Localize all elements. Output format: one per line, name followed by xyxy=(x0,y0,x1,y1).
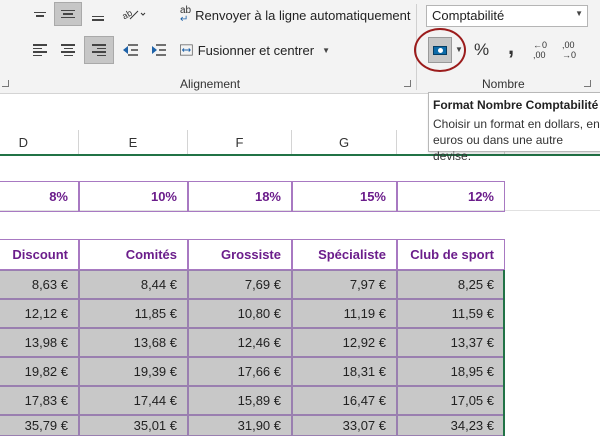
table-header-club-de-sport[interactable]: Club de sport xyxy=(397,239,505,270)
merge-dropdown-icon[interactable]: ▼ xyxy=(322,46,330,55)
align-bottom-button[interactable] xyxy=(86,4,110,24)
accounting-dropdown-icon[interactable]: ▼ xyxy=(455,45,463,54)
svg-text:ab: ab xyxy=(120,8,134,22)
table-cell[interactable]: 10,80 € xyxy=(188,299,292,328)
align-center-icon xyxy=(61,44,75,56)
table-cell[interactable]: 34,23 € xyxy=(397,415,505,436)
percent-style-button[interactable]: % xyxy=(474,40,489,60)
percent-cell[interactable]: 18% xyxy=(188,181,292,212)
text-orientation-icon: ab xyxy=(120,8,146,22)
currency-icon xyxy=(433,45,447,55)
increase-indent-button[interactable] xyxy=(146,38,170,62)
number-group-label: Nombre xyxy=(482,77,525,91)
wrap-text-icon: ab ↵ xyxy=(180,5,192,25)
selection-border xyxy=(503,270,505,436)
increase-decimal-icon: ←0 ,00 xyxy=(533,40,550,60)
wrap-text-label: Renvoyer à la ligne automatiquement xyxy=(195,7,411,23)
table-cell[interactable]: 13,37 € xyxy=(397,328,505,357)
table-cell[interactable]: 17,44 € xyxy=(79,386,188,415)
table-cell[interactable]: 8,63 € xyxy=(0,270,79,299)
percent-cell[interactable]: 15% xyxy=(292,181,397,212)
alignment-launcher-icon[interactable] xyxy=(404,80,411,87)
wrap-text-button[interactable]: ab ↵ Renvoyer à la ligne automatiquement xyxy=(180,2,410,28)
table-header-comites[interactable]: Comités xyxy=(79,239,188,270)
chevron-down-icon: ▼ xyxy=(575,9,583,18)
tooltip-title: Format Nombre Comptabilité xyxy=(433,98,599,112)
merge-center-icon xyxy=(180,44,193,56)
table-header-discount[interactable]: Discount xyxy=(0,239,79,270)
merge-center-label: Fusionner et centrer xyxy=(197,42,315,58)
align-right-button[interactable] xyxy=(84,36,114,64)
table-cell[interactable]: 18,31 € xyxy=(292,357,397,386)
table-cell[interactable]: 17,66 € xyxy=(188,357,292,386)
decrease-decimal-icon: ,00 →0 xyxy=(562,40,578,60)
ribbon: ab ab ↵ Renvoyer à la ligne automatiqueme… xyxy=(0,0,600,94)
column-header-d[interactable]: D xyxy=(0,130,79,154)
align-middle-icon xyxy=(61,9,75,19)
table-cell[interactable]: 12,12 € xyxy=(0,299,79,328)
table-cell[interactable]: 8,44 € xyxy=(79,270,188,299)
table-cell[interactable]: 31,90 € xyxy=(188,415,292,436)
column-header-e[interactable]: E xyxy=(79,130,188,154)
table-cell[interactable]: 15,89 € xyxy=(188,386,292,415)
table-cell[interactable]: 35,01 € xyxy=(79,415,188,436)
table-cell[interactable]: 13,98 € xyxy=(0,328,79,357)
table-cell[interactable]: 16,47 € xyxy=(292,386,397,415)
align-center-button[interactable] xyxy=(56,38,80,62)
align-top-button[interactable] xyxy=(28,4,52,24)
increase-indent-icon xyxy=(152,44,166,56)
percent-cell[interactable]: 10% xyxy=(79,181,188,212)
table-cell[interactable]: 8,25 € xyxy=(397,270,505,299)
align-left-icon xyxy=(33,44,47,56)
increase-decimal-button[interactable]: ←0 ,00 xyxy=(533,40,553,64)
table-cell[interactable]: 11,19 € xyxy=(292,299,397,328)
comma-style-button[interactable]: , xyxy=(508,34,514,60)
table-cell[interactable]: 17,05 € xyxy=(397,386,505,415)
table-cell[interactable]: 35,79 € xyxy=(0,415,79,436)
align-left-button[interactable] xyxy=(28,38,52,62)
table-cell[interactable]: 11,85 € xyxy=(79,299,188,328)
decrease-indent-icon xyxy=(123,44,138,56)
table-cell[interactable]: 12,46 € xyxy=(188,328,292,357)
percent-cell[interactable]: 12% xyxy=(397,181,505,212)
align-bottom-icon xyxy=(91,15,105,21)
align-right-icon xyxy=(92,44,106,56)
accounting-tooltip: Format Nombre Comptabilité Choisir un fo… xyxy=(428,92,600,163)
alignment-group-label: Alignement xyxy=(180,77,241,91)
table-header-specialiste[interactable]: Spécialiste xyxy=(292,239,397,270)
column-header-g[interactable]: G xyxy=(292,130,397,154)
number-launcher-icon[interactable] xyxy=(584,80,591,87)
column-header-f[interactable]: F xyxy=(188,130,292,154)
number-format-value: Comptabilité xyxy=(432,8,505,23)
orientation-button[interactable]: ab xyxy=(118,4,148,24)
table-cell[interactable]: 7,69 € xyxy=(188,270,292,299)
decrease-indent-button[interactable] xyxy=(118,38,142,62)
table-cell[interactable]: 13,68 € xyxy=(79,328,188,357)
table-cell[interactable]: 12,92 € xyxy=(292,328,397,357)
table-cell[interactable]: 33,07 € xyxy=(292,415,397,436)
table-cell[interactable]: 7,97 € xyxy=(292,270,397,299)
table-cell[interactable]: 17,83 € xyxy=(0,386,79,415)
tooltip-description: Choisir un format en dollars, en euros o… xyxy=(433,117,600,163)
table-header-grossiste[interactable]: Grossiste xyxy=(188,239,292,270)
align-middle-button[interactable] xyxy=(54,2,82,26)
table-cell[interactable]: 19,39 € xyxy=(79,357,188,386)
table-cell[interactable]: 18,95 € xyxy=(397,357,505,386)
percent-cell[interactable]: 8% xyxy=(0,181,79,212)
decrease-decimal-button[interactable]: ,00 →0 xyxy=(562,40,584,64)
formula-gap xyxy=(0,95,428,129)
merge-center-button[interactable]: Fusionner et centrer ▼ xyxy=(180,38,330,62)
align-top-icon xyxy=(33,11,47,17)
font-launcher-icon[interactable] xyxy=(2,80,9,87)
table-cell[interactable]: 11,59 € xyxy=(397,299,505,328)
accounting-format-button[interactable] xyxy=(428,37,452,63)
table-cell[interactable]: 19,82 € xyxy=(0,357,79,386)
number-format-select[interactable]: Comptabilité ▼ xyxy=(426,5,588,27)
